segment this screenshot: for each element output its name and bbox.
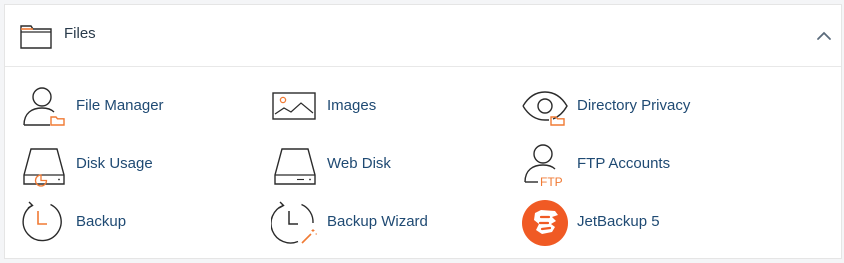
images-label: Images: [327, 97, 377, 114]
disk-usage-link[interactable]: Disk Usage: [20, 141, 260, 189]
user-ftp-icon: FTP: [521, 141, 569, 189]
directory-privacy-link[interactable]: Directory Privacy: [521, 83, 761, 131]
jetbackup-logo-icon: [521, 199, 569, 247]
hard-drive-icon: [271, 141, 319, 189]
directory-privacy-label: Directory Privacy: [577, 97, 691, 114]
disk-chart-icon: [20, 141, 68, 189]
clock-wand-icon: [271, 199, 319, 247]
jetbackup-link[interactable]: JetBackup 5: [521, 199, 761, 247]
backup-link[interactable]: Backup: [20, 199, 260, 247]
disk-usage-label: Disk Usage: [76, 155, 153, 172]
jetbackup-label: JetBackup 5: [577, 213, 660, 230]
backup-label: Backup: [76, 213, 127, 230]
web-disk-label: Web Disk: [327, 155, 391, 172]
panel-header[interactable]: Files: [5, 5, 841, 67]
folder-icon: [20, 23, 52, 49]
file-manager-link[interactable]: File Manager: [20, 83, 260, 131]
ftp-accounts-link[interactable]: FTP FTP Accounts: [521, 141, 761, 189]
backup-wizard-link[interactable]: Backup Wizard: [271, 199, 511, 247]
clock-backup-icon: [20, 199, 68, 247]
ftp-badge-text: FTP: [540, 175, 563, 189]
backup-wizard-label: Backup Wizard: [327, 213, 428, 230]
panel-title: Files: [64, 25, 96, 42]
chevron-up-icon[interactable]: [815, 27, 833, 45]
ftp-accounts-label: FTP Accounts: [577, 155, 671, 172]
files-panel: Files File Manager Images Directory Priv…: [4, 4, 842, 259]
images-link[interactable]: Images: [271, 83, 511, 131]
web-disk-link[interactable]: Web Disk: [271, 141, 511, 189]
file-manager-label: File Manager: [76, 97, 164, 114]
image-icon: [271, 83, 319, 131]
user-folder-icon: [20, 83, 68, 131]
eye-folder-icon: [521, 83, 569, 131]
